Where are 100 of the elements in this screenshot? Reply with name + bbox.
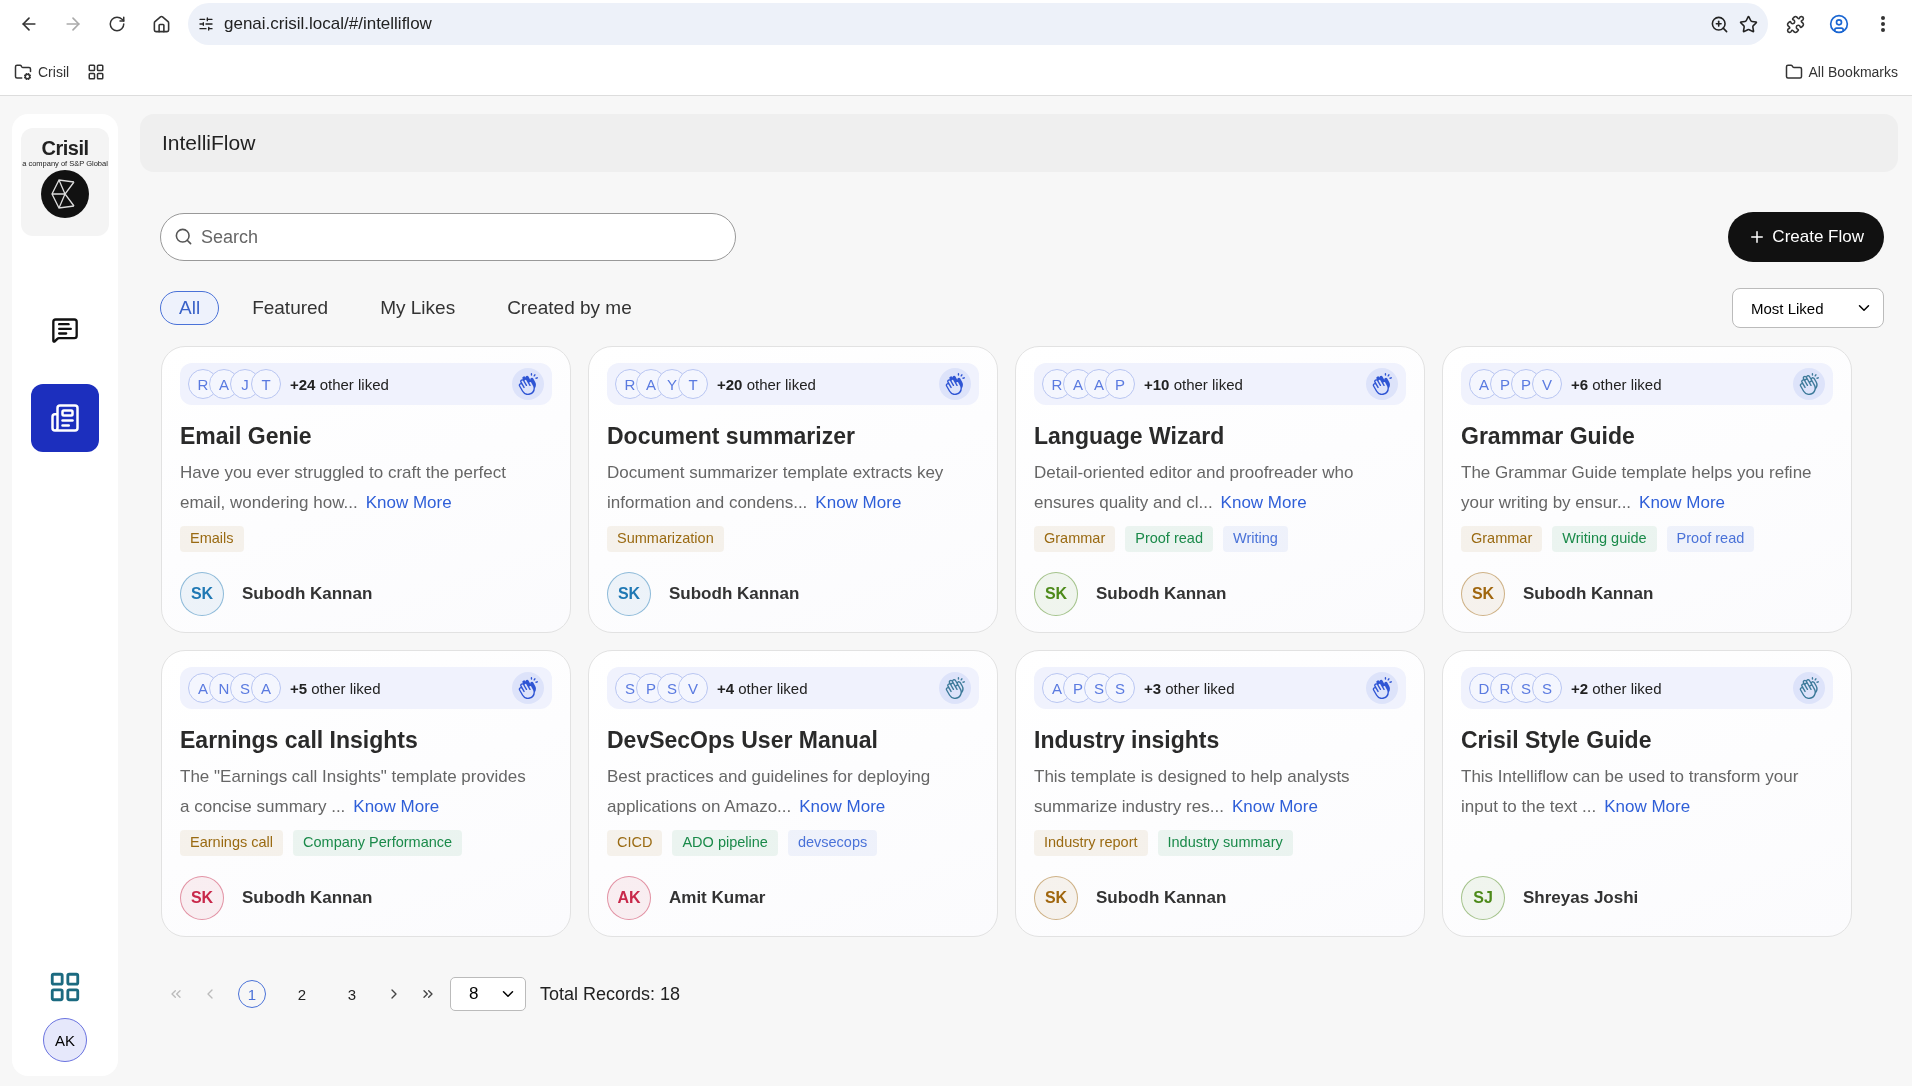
grid-icon bbox=[87, 62, 106, 81]
category-tag: Writing bbox=[1222, 526, 1288, 552]
likes-text: +3 other liked bbox=[1144, 679, 1236, 697]
clapping-hands-icon bbox=[517, 677, 539, 699]
logo-text: Crisil bbox=[41, 138, 89, 158]
author-name: Shreyas Joshi bbox=[1523, 888, 1639, 908]
know-more-link[interactable]: Know More bbox=[365, 493, 452, 512]
likes-text: +20 other liked bbox=[717, 375, 817, 393]
author-avatar: SJ bbox=[1461, 876, 1505, 920]
clap-button[interactable] bbox=[939, 368, 971, 400]
bookmark-star-icon[interactable] bbox=[1739, 14, 1758, 34]
author-name: Subodh Kannan bbox=[1096, 584, 1227, 604]
likes-text: +6 other liked bbox=[1571, 375, 1663, 393]
clapping-hands-icon bbox=[944, 373, 966, 395]
flow-card[interactable]: R A Y T +20 other liked Document summarizer Document summarizer template extracts key information and condens... Know More Summarization SK Subodh Kannan bbox=[588, 346, 998, 633]
know-more-link[interactable]: Know More bbox=[1231, 797, 1318, 816]
author-avatar: SK bbox=[607, 572, 651, 616]
flow-card[interactable]: A P S S +3 other liked Industry insights This template is designed to help analysts summarize industry res... Know More Industry report Industry summary SK Subodh Kannan bbox=[1015, 650, 1425, 937]
category-tag: Company Performance bbox=[293, 830, 463, 856]
know-more-link[interactable]: Know More bbox=[1639, 493, 1726, 512]
zoom-icon[interactable] bbox=[1710, 14, 1729, 34]
site-info-icon[interactable] bbox=[198, 16, 214, 32]
clap-button[interactable] bbox=[1793, 368, 1825, 400]
create-flow-button[interactable]: Create Flow bbox=[1728, 212, 1884, 262]
card-title: Language Wizard bbox=[1034, 423, 1226, 450]
card-description: The Grammar Guide template helps you refine your writing by ensur... Know More bbox=[1461, 462, 1813, 514]
flow-card[interactable]: S P S V +4 other liked DevSecOps User Manual Best practices and guidelines for deploying applications on Amazo... Know More CICD ADO pipeline devsecops AK Amit Kumar bbox=[588, 650, 998, 937]
likes-text: +4 other liked bbox=[717, 679, 809, 697]
card-description: Detail-oriented editor and proofreader who ensures quality and cl... Know More bbox=[1034, 462, 1355, 514]
category-tag: Grammar bbox=[1461, 526, 1543, 552]
author-name: Subodh Kannan bbox=[669, 584, 800, 604]
author-avatar: AK bbox=[607, 876, 651, 920]
clap-button[interactable] bbox=[939, 672, 971, 704]
filter-tab[interactable]: Created by me bbox=[488, 291, 651, 325]
category-tag: Proof read bbox=[1666, 526, 1755, 552]
category-tag: ADO pipeline bbox=[672, 830, 778, 856]
card-title: Email Genie bbox=[180, 423, 313, 450]
know-more-link[interactable]: Know More bbox=[1220, 493, 1307, 512]
know-more-link[interactable]: Know More bbox=[815, 493, 902, 512]
all-bookmarks-button[interactable]: All Bookmarks bbox=[1784, 62, 1898, 81]
user-avatar[interactable]: AK bbox=[43, 1018, 87, 1062]
likes-text: +5 other liked bbox=[290, 679, 382, 697]
author-name: Subodh Kannan bbox=[1096, 888, 1227, 908]
apps-button[interactable] bbox=[87, 62, 106, 81]
category-tag: Industry report bbox=[1034, 830, 1148, 856]
home-icon bbox=[151, 14, 171, 34]
card-title: Earnings call Insights bbox=[180, 727, 419, 754]
liker-avatar: V bbox=[1532, 369, 1562, 399]
author-name: Subodh Kannan bbox=[242, 584, 373, 604]
sort-dropdown[interactable]: Most Liked bbox=[1732, 288, 1884, 328]
liker-avatar: V bbox=[678, 673, 708, 703]
likes-text: +2 other liked bbox=[1571, 679, 1663, 697]
flow-card[interactable]: A P P V +6 other liked Grammar Guide The Grammar Guide template helps you refine your writing by ensur... Know More Grammar Writing guide Proof read SK Subodh Kannan bbox=[1442, 346, 1852, 633]
clap-button[interactable] bbox=[1366, 672, 1398, 704]
clap-button[interactable] bbox=[512, 672, 544, 704]
filter-tab[interactable]: All bbox=[160, 291, 220, 325]
search-field[interactable]: Search bbox=[160, 213, 736, 261]
clap-button[interactable] bbox=[1366, 368, 1398, 400]
category-tag: Writing guide bbox=[1552, 526, 1657, 552]
menu-icon bbox=[1881, 16, 1885, 32]
page-size-select[interactable]: 8 bbox=[450, 977, 526, 1011]
flow-card[interactable]: A N S A +5 other liked Earnings call Insights The "Earnings call Insights" template provides a concise summary ... Know More Earnings call Company Performance SK Subodh Kannan bbox=[161, 650, 571, 937]
category-tag: Earnings call bbox=[180, 830, 283, 856]
clap-button[interactable] bbox=[512, 368, 544, 400]
user-icon bbox=[1829, 14, 1849, 34]
bookmark-folder[interactable]: Crisil bbox=[14, 62, 70, 81]
category-tag: CICD bbox=[607, 830, 663, 856]
page-number[interactable]: 3 bbox=[338, 980, 366, 1008]
folder-icon bbox=[1784, 62, 1803, 81]
liker-avatar: T bbox=[251, 369, 281, 399]
author-avatar: SK bbox=[180, 876, 224, 920]
reload-icon bbox=[108, 15, 126, 33]
clap-button[interactable] bbox=[1793, 672, 1825, 704]
card-description: This template is designed to help analysts summarize industry res... Know More bbox=[1034, 766, 1351, 818]
templates-nav-button[interactable] bbox=[31, 384, 99, 452]
know-more-link[interactable]: Know More bbox=[353, 797, 440, 816]
card-title: Document summarizer bbox=[607, 423, 856, 450]
clapping-hands-icon bbox=[1371, 373, 1393, 395]
page-number[interactable]: 2 bbox=[288, 980, 316, 1008]
clapping-hands-icon bbox=[944, 677, 966, 699]
flow-card[interactable]: R A J T +24 other liked Email Genie Have you ever struggled to craft the perfect email, wondering how... Know More Emails SK Subodh Kannan bbox=[161, 346, 571, 633]
liker-avatar: T bbox=[678, 369, 708, 399]
folder-icon bbox=[14, 62, 32, 81]
page-title: IntelliFlow bbox=[162, 131, 256, 155]
clapping-hands-icon bbox=[1798, 373, 1820, 395]
know-more-link[interactable]: Know More bbox=[799, 797, 886, 816]
address-bar[interactable]: genai.crisil.local/#/intelliflow bbox=[188, 3, 1768, 45]
likes-text: +24 other liked bbox=[290, 375, 390, 393]
know-more-link[interactable]: Know More bbox=[1604, 797, 1691, 816]
filter-tab[interactable]: Featured bbox=[233, 291, 348, 325]
puzzle-icon bbox=[1785, 14, 1805, 34]
filter-tab[interactable]: My Likes bbox=[361, 291, 475, 325]
flow-card[interactable]: D R S S +2 other liked Crisil Style Guide This Intelliflow can be used to transform your input to the text ... Know More SJ Shreyas Joshi bbox=[1442, 650, 1852, 937]
card-title: Industry insights bbox=[1034, 727, 1221, 754]
newspaper-icon bbox=[50, 403, 80, 433]
author-avatar: SK bbox=[1461, 572, 1505, 616]
flow-card[interactable]: R A A P +10 other liked Language Wizard Detail-oriented editor and proofreader who ensures quality and cl... Know More Grammar Proof read Writing SK Subodh Kannan bbox=[1015, 346, 1425, 633]
apps-grid-icon[interactable] bbox=[48, 970, 82, 1004]
total-records: Total Records: 18 bbox=[540, 983, 681, 1005]
author-avatar: SK bbox=[1034, 572, 1078, 616]
